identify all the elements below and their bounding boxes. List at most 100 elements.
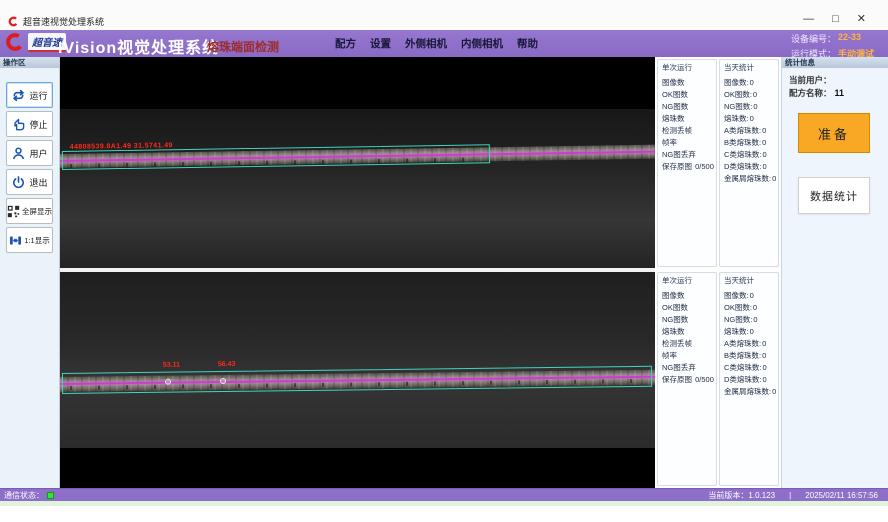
daily-stats-panel: 当天统计 图像数:0 OK图数:0 NG图数:0 熔珠数:0 A类熔珠数:0 B… <box>719 272 779 486</box>
stat-item: 检测丢帧 <box>662 125 716 137</box>
one-to-one-icon <box>9 234 22 247</box>
stat-item: A类熔珠数:0 <box>724 338 778 350</box>
single-run-title: 单次运行 <box>658 273 716 286</box>
stat-item: OK图数 <box>662 89 716 101</box>
measurement-label: 56.43 <box>218 361 236 368</box>
outer-camera-viewport: 44808539.8A1.49 31.5741.49 <box>60 57 655 268</box>
app-header: 超音速 IVision视觉处理系统 熔珠端面检测 配方 设置 外侧相机 内侧相机… <box>0 30 888 57</box>
data-statistics-button[interactable]: 数据统计 <box>798 177 870 214</box>
stat-item: 图像数 <box>662 77 716 89</box>
stat-item: A类熔珠数:0 <box>724 125 778 137</box>
window-title: 超音速视觉处理系统 <box>23 15 104 28</box>
info-panel-title: 统计信息 <box>782 57 888 68</box>
menu-item-settings[interactable]: 设置 <box>370 36 391 51</box>
power-icon <box>11 175 26 190</box>
stat-item: 帧率 <box>662 137 716 149</box>
user-icon <box>11 146 26 161</box>
stop-label: 停止 <box>29 118 47 131</box>
daily-stats-title: 当天统计 <box>720 60 778 73</box>
stop-button[interactable]: 停止 <box>6 111 53 137</box>
daily-stats-panel: 当天统计 图像数:0 OK图数:0 NG图数:0 熔珠数:0 A类熔珠数:0 B… <box>719 59 779 267</box>
exit-button[interactable]: 退出 <box>6 169 53 195</box>
daily-stats-items: 图像数:0 OK图数:0 NG图数:0 熔珠数:0 A类熔珠数:0 B类熔珠数:… <box>720 73 778 185</box>
brand-swoosh-icon <box>5 32 25 52</box>
main-menu: 配方 设置 外侧相机 内侧相机 帮助 <box>335 30 538 57</box>
fullscreen-label: 全屏显示 <box>22 206 52 217</box>
stat-item: B类熔珠数:0 <box>724 350 778 362</box>
bottom-strip <box>0 501 888 506</box>
menu-item-outer-camera[interactable]: 外侧相机 <box>405 36 447 51</box>
measurement-point <box>220 378 226 384</box>
menu-item-recipe[interactable]: 配方 <box>335 36 356 51</box>
status-bar: 通信状态： 当前版本：1.0.123 | 2025/02/11 16:57:56 <box>0 488 888 501</box>
run-icon <box>11 88 26 103</box>
stat-item: NG图丢弃 <box>662 149 716 161</box>
stat-item: 保存原图 0/500 <box>662 374 716 386</box>
stat-item: 熔珠数:0 <box>724 113 778 125</box>
stat-item: 检测丢帧 <box>662 338 716 350</box>
measurement-label: 53.11 <box>163 362 180 369</box>
stat-item: NG图数 <box>662 314 716 326</box>
window-titlebar: 超音速视觉处理系统 — □ ✕ <box>0 0 888 30</box>
stop-hand-icon <box>11 117 26 132</box>
stat-item: OK图数:0 <box>724 302 778 314</box>
datetime-text: 2025/02/11 16:57:56 <box>805 491 878 500</box>
stat-item: NG图数:0 <box>724 314 778 326</box>
sidebar-title: 操作区 <box>0 57 59 68</box>
exit-label: 退出 <box>29 176 47 189</box>
one-to-one-button[interactable]: 1:1显示 <box>6 227 53 253</box>
version-text: 当前版本：1.0.123 <box>708 490 775 501</box>
run-label: 运行 <box>29 89 47 102</box>
user-label: 用户 <box>29 147 47 160</box>
user-button[interactable]: 用户 <box>6 140 53 166</box>
stat-item: 熔珠数 <box>662 326 716 338</box>
current-user-label: 当前用户： <box>789 75 832 85</box>
application-window: 超音速视觉处理系统 — □ ✕ 超音速 IVision视觉处理系统 熔珠端面检测… <box>0 0 888 522</box>
single-run-panel: 单次运行 图像数 OK图数 NG图数 熔珠数 检测丢帧 帧率 NG图丢弃 保存原… <box>657 272 717 486</box>
stat-item: NG图数 <box>662 101 716 113</box>
stat-item: 熔珠数 <box>662 113 716 125</box>
app-subtitle: 熔珠端面检测 <box>207 38 279 55</box>
device-number-label: 设备编号： <box>791 32 836 45</box>
stat-item: 图像数 <box>662 290 716 302</box>
stat-item: NG图丢弃 <box>662 362 716 374</box>
stat-item: 帧率 <box>662 350 716 362</box>
comm-status-indicator <box>47 492 54 499</box>
stat-item: 保存原图 0/500 <box>662 161 716 173</box>
recipe-name-label: 配方名称： <box>789 88 832 98</box>
daily-stats-items: 图像数:0 OK图数:0 NG图数:0 熔珠数:0 A类熔珠数:0 B类熔珠数:… <box>720 286 778 398</box>
stat-item: D类熔珠数:0 <box>724 374 778 386</box>
device-number-value: 22-33 <box>838 32 880 45</box>
camera-image-area: 44808539.8A1.49 31.5741.49 53.11 56.43 <box>60 57 655 488</box>
stat-item: OK图数:0 <box>724 89 778 101</box>
inner-camera-viewport: 53.11 56.43 <box>60 272 655 488</box>
stat-item: 图像数:0 <box>724 290 778 302</box>
minimize-button[interactable]: — <box>803 14 814 25</box>
stat-item: 金属屑熔珠数:0 <box>724 173 778 185</box>
close-button[interactable]: ✕ <box>857 14 866 25</box>
run-button[interactable]: 运行 <box>6 82 53 108</box>
single-run-title: 单次运行 <box>658 60 716 73</box>
stat-item: 熔珠数:0 <box>724 326 778 338</box>
stat-item: NG图数:0 <box>724 101 778 113</box>
recipe-name-value: 11 <box>835 88 845 98</box>
stat-item: D类熔珠数:0 <box>724 161 778 173</box>
app-logo-icon <box>8 16 19 27</box>
menu-item-inner-camera[interactable]: 内侧相机 <box>461 36 503 51</box>
statistics-info-panel: 统计信息 当前用户： 配方名称：11 准备 数据统计 <box>781 57 888 488</box>
roi-rectangle <box>62 366 652 394</box>
stat-item: C类熔珠数:0 <box>724 362 778 374</box>
single-run-items: 图像数 OK图数 NG图数 熔珠数 检测丢帧 帧率 NG图丢弃 保存原图 0/5… <box>658 73 716 173</box>
single-run-panel: 单次运行 图像数 OK图数 NG图数 熔珠数 检测丢帧 帧率 NG图丢弃 保存原… <box>657 59 717 267</box>
comm-status-label: 通信状态： <box>4 490 44 501</box>
prepare-button[interactable]: 准备 <box>798 113 870 153</box>
maximize-button[interactable]: □ <box>832 14 839 25</box>
one-to-one-label: 1:1显示 <box>24 235 49 246</box>
menu-item-help[interactable]: 帮助 <box>517 36 538 51</box>
single-run-items: 图像数 OK图数 NG图数 熔珠数 检测丢帧 帧率 NG图丢弃 保存原图 0/5… <box>658 286 716 386</box>
stat-item: 图像数:0 <box>724 77 778 89</box>
stat-item: B类熔珠数:0 <box>724 137 778 149</box>
stat-item: 金属屑熔珠数:0 <box>724 386 778 398</box>
fullscreen-button[interactable]: 全屏显示 <box>6 198 53 224</box>
status-separator: | <box>789 491 791 500</box>
